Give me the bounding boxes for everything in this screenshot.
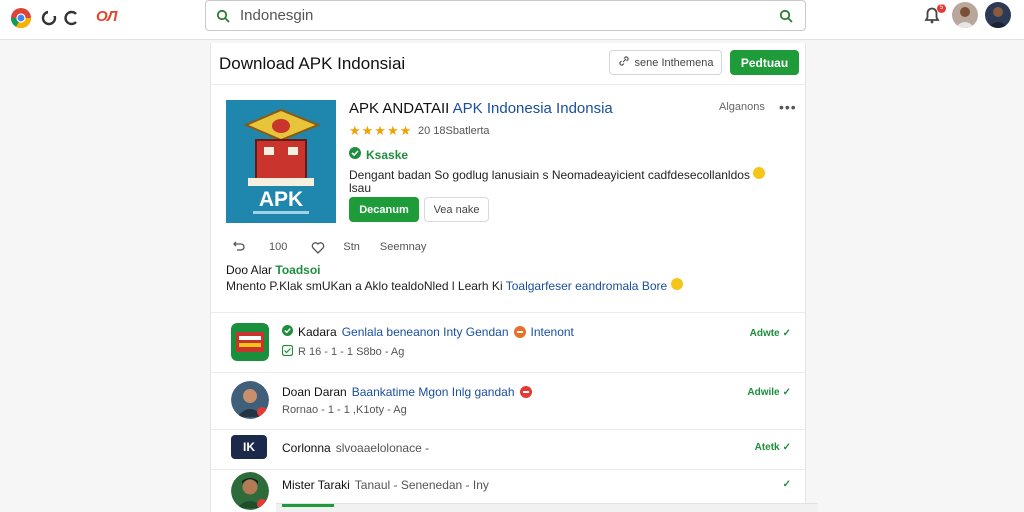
app-icon-text: APK [259,188,303,211]
app-card: APK APK ANDATAII APK Indonesia Indonsia … [211,85,805,313]
check-square-icon [281,344,294,359]
check-circle-icon [349,147,361,162]
smile-emoji-icon [753,167,766,179]
verified-badge: Ksaske [349,147,408,162]
app-icon[interactable]: APK [226,100,336,223]
list-item-meta: R 16 - 1 - 1 S8bo - Ag [281,344,405,359]
developer-label[interactable]: Alganons [719,101,765,113]
list-item-title: Mister Taraki Tanaul - Senenedan - Iny [282,478,489,492]
status-badge: Adwile ✓ [747,387,791,398]
section-title-black: Doo Alar [226,263,273,277]
notification-badge: 5 [937,4,946,13]
scroll-thumb[interactable] [282,504,334,507]
status-label: Adwile [747,387,780,398]
search-submit-icon[interactable] [767,0,805,31]
section-text-link[interactable]: Toalgarfeser eandromala Bore [506,279,667,293]
description-line-2: lsau [349,181,372,195]
rating-stars: ★★★★★ [349,123,413,138]
app-name: APK ANDATAII APK Indonesia Indonsia [349,100,613,117]
app-name-suffix[interactable]: APK Indonesia Indonsia [453,100,613,117]
search-bar[interactable] [205,0,806,31]
secondary-button[interactable]: Vea nake [424,197,489,222]
list-item-title-black: Doan Daran [282,385,347,399]
section-title-green: Toadsoi [275,263,321,277]
status-badge: Adwte ✓ [750,328,791,339]
list-item[interactable]: IK Corlonna slvoaaelolonace - Atetk ✓ [211,430,805,470]
rating-count: 20 18Sbatlerta [418,125,490,137]
like-label[interactable]: Stn [343,241,360,253]
list-item-meta: Rornao - 1 - 1 ,K1oty - Ag [282,404,407,416]
primary-action-button[interactable]: Pedtuau [730,50,799,75]
panel-header: Download APK Indonsiai sene Inthemena Pe… [211,43,805,85]
heart-icon[interactable] [311,241,325,254]
list-item-sub: slvoaaelolonace - [335,441,430,455]
page-title: Download APK Indonsiai [219,54,406,73]
search-icon [206,0,240,31]
list-item-title-black: Mister Taraki [282,478,350,492]
action-row: 100 Stn Seemnay [231,240,426,254]
list-item[interactable]: Kadara Genlala beneanon Inty Gendan Inte… [211,313,805,373]
check-icon: ✓ [782,387,791,398]
flag-icon [513,326,526,338]
smile-emoji-icon [670,278,683,290]
app-thumbnail[interactable]: IK [231,435,267,459]
chrome-logo-icon[interactable] [10,7,32,29]
status-badge: Atetk ✓ [755,442,791,453]
avatar[interactable] [952,2,978,28]
action-count: 100 [269,241,288,253]
flag-icon [519,386,532,398]
list-item-sub: Tanaul - Senenedan - Iny [354,478,489,492]
bottom-scroll-strip[interactable] [276,503,818,512]
description-line-1: Dengant badan So godlug lanusiain s Neom… [349,168,750,182]
share-label[interactable]: Seemnay [380,241,426,253]
check-icon: ✓ [782,479,791,490]
search-input[interactable] [240,7,767,24]
section-title: Doo Alar Toadsoi [226,263,321,277]
app-description: Dengant badan So godlug lanusiain s Neom… [349,167,799,195]
site-logo[interactable]: OЛ [96,8,117,25]
main-panel: Download APK Indonsiai sene Inthemena Pe… [210,43,806,512]
back-icon[interactable] [38,7,60,29]
list-item[interactable]: Doan Daran Baankatime Mgon Inlg gandah R… [211,373,805,430]
link-icon [618,55,630,70]
status-badge: ✓ [783,479,791,490]
install-button[interactable]: Decanum [349,197,419,222]
avatar[interactable] [231,381,269,419]
list-item-title-link[interactable]: Baankatime Mgon Inlg gandah [352,385,515,399]
avatar[interactable] [231,472,269,510]
check-icon: ✓ [782,442,791,453]
list-item-title-link[interactable]: Genlala beneanon Inty Gendan [342,325,509,339]
avatar[interactable] [985,2,1011,28]
list-item-title-black: Kadara [298,325,337,339]
list-item-title: Kadara Genlala beneanon Inty Gendan Inte… [282,325,574,339]
list-item-title-tail[interactable]: Intenont [531,325,574,339]
verified-label: Ksaske [366,147,409,162]
list-item-title: Doan Daran Baankatime Mgon Inlg gandah [282,385,532,399]
bell-icon[interactable]: 5 [922,4,946,27]
app-name-prefix: APK ANDATAII [349,100,450,117]
status-label: Adwte [749,328,780,339]
refresh-icon[interactable] [60,7,82,29]
list-item-sub: Rornao - 1 - 1 ,K1oty - Ag [282,404,407,416]
list-item-title-black: Corlonna [282,441,331,455]
list-item-sub: R 16 - 1 - 1 S8bo - Ag [298,346,405,358]
list-item-title: Corlonna slvoaaelolonace - [282,441,429,455]
top-bar: OЛ 5 [0,0,1024,40]
reply-icon[interactable] [231,240,245,254]
app-thumbnail[interactable] [231,323,269,361]
save-button[interactable]: sene Inthemena [609,50,722,75]
check-circle-icon [282,325,293,339]
section-text-black: Mnento P.Klak smUKan a Aklo tealdoNled l… [226,279,503,293]
section-text: Mnento P.Klak smUKan a Aklo tealdoNled l… [226,278,683,293]
check-icon: ✓ [782,328,791,339]
status-label: Atetk [754,442,780,453]
save-button-label: sene Inthemena [634,56,714,69]
more-horizontal-icon[interactable]: ••• [779,99,797,115]
